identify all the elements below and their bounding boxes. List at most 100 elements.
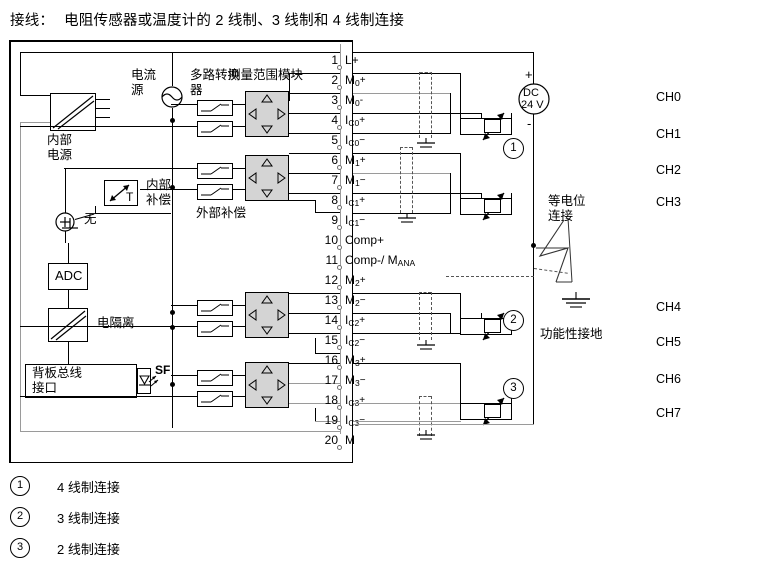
supply-out-2 <box>96 108 110 110</box>
terminal-label: IC1+ <box>345 193 366 208</box>
mux3-in-a <box>233 305 245 307</box>
dc-supply-label-line2: 24 V <box>521 99 544 111</box>
shield-earth-1 <box>417 138 435 148</box>
callout-2: 2 <box>503 310 524 331</box>
terminal-label: M1− <box>345 173 366 188</box>
lplus-rail-left <box>20 52 22 96</box>
terminal-label: IC2+ <box>345 313 366 328</box>
internal-comp-label-line2: 补偿 <box>146 193 172 207</box>
range-switch-3b-glyph <box>201 324 229 333</box>
mux3-feed-b <box>20 326 197 328</box>
terminal-number: 6 <box>331 153 338 167</box>
terminal-connector[interactable] <box>337 285 342 290</box>
terminal-number: 7 <box>331 173 338 187</box>
sensor1-lead-a <box>460 73 462 119</box>
temp-sensor-label: T <box>126 190 134 204</box>
mux2-out-t9-h <box>289 200 316 202</box>
mux4-feed-a <box>171 375 197 377</box>
terminal-connector[interactable] <box>337 345 342 350</box>
mux3-out-t15-v <box>315 338 317 353</box>
rtd-sensor-1-element <box>484 119 501 133</box>
mux4-out-t19-v <box>315 408 317 421</box>
shield-2a <box>400 147 401 213</box>
range-switch-4a-glyph <box>201 373 229 382</box>
rtd-sensor-4-element <box>484 404 501 418</box>
mux4-in-b <box>233 396 245 398</box>
none-label: 无 <box>84 212 97 226</box>
isolation-out <box>67 342 69 364</box>
terminal-label: M0+ <box>345 73 366 88</box>
sensor4-lead-b <box>430 421 461 423</box>
terminal-connector[interactable] <box>337 125 342 130</box>
callout-3: 3 <box>503 378 524 399</box>
terminal-connector[interactable] <box>337 245 342 250</box>
m-rail-bottom <box>20 431 340 433</box>
dc-supply-label-line1: DC <box>523 87 539 99</box>
terminal-number: 8 <box>331 193 338 207</box>
terminal-connector[interactable] <box>337 65 342 70</box>
terminal-number: 11 <box>325 253 338 267</box>
terminal-connector[interactable] <box>337 85 342 90</box>
terminal-number: 10 <box>324 233 338 247</box>
supply-out-1 <box>96 99 110 101</box>
terminal-number: 14 <box>324 313 338 327</box>
m-rail-left <box>20 122 22 432</box>
range-switch-4b-glyph <box>201 394 229 403</box>
terminal-number: 15 <box>324 333 338 347</box>
sensor2-lead-d <box>430 213 451 215</box>
terminal-connector[interactable] <box>337 405 342 410</box>
field-wire-t6 <box>353 153 461 155</box>
mux1-in-b <box>233 126 245 128</box>
terminal-label: M3+ <box>345 353 366 368</box>
sf-label: SF <box>155 363 171 377</box>
sensor4-lead-a <box>460 363 462 404</box>
rtd-sensor-2-element <box>484 199 501 213</box>
terminal-connector[interactable] <box>337 225 342 230</box>
field-wire-t12 <box>353 293 461 295</box>
terminal-connector[interactable] <box>337 325 342 330</box>
channel-label-ch3: CH3 <box>656 195 682 209</box>
terminal-label: M2− <box>345 293 366 308</box>
field-wire-t9 <box>353 213 431 215</box>
sensor1-lead-d <box>430 133 451 135</box>
terminal-label: IC0+ <box>345 113 366 128</box>
terminal-number: 20 <box>324 433 338 447</box>
sensor4-right-rail <box>511 398 513 420</box>
shield-1b <box>431 72 432 138</box>
terminal-connector[interactable] <box>337 385 342 390</box>
terminal-connector[interactable] <box>337 145 342 150</box>
channel-label-ch7: CH7 <box>656 406 682 420</box>
terminal-number: 18 <box>324 393 338 407</box>
shield-1a <box>419 72 420 138</box>
terminal-connector[interactable] <box>337 265 342 270</box>
none-terminal-glyph <box>62 218 78 229</box>
field-wire-t7 <box>353 173 451 175</box>
sensor2-lead-b <box>450 173 452 213</box>
comp-bus-top-h <box>64 168 172 170</box>
sensor1-lead-b <box>450 93 452 133</box>
supply-rail-top <box>353 52 534 54</box>
shield-2-top <box>400 147 412 148</box>
mux1-out-t2-v <box>289 73 291 101</box>
terminal-connector[interactable] <box>337 305 342 310</box>
mux-label-line2: 器 <box>190 83 203 97</box>
terminal-connector[interactable] <box>337 445 342 450</box>
terminal-connector[interactable] <box>337 105 342 110</box>
terminal-label: M1+ <box>345 153 366 168</box>
mux-block-1-arrows <box>248 94 286 134</box>
range-switch-3a-glyph <box>201 303 229 312</box>
field-wire-t4 <box>353 113 482 115</box>
terminal-connector[interactable] <box>337 205 342 210</box>
shield-earth-2 <box>398 213 416 223</box>
terminal-connector[interactable] <box>337 425 342 430</box>
terminal-connector[interactable] <box>337 165 342 170</box>
current-source-wire-bottom <box>171 108 173 428</box>
terminal-number: 3 <box>331 93 338 107</box>
terminal-number: 2 <box>331 73 338 87</box>
sensor1-right-rail <box>511 113 513 135</box>
terminal-connector[interactable] <box>337 365 342 370</box>
mux-block-2-arrows <box>248 158 286 198</box>
terminal-connector[interactable] <box>337 185 342 190</box>
internal-comp-label-line1: 内部 <box>146 178 172 192</box>
terminal-number: 5 <box>331 133 338 147</box>
